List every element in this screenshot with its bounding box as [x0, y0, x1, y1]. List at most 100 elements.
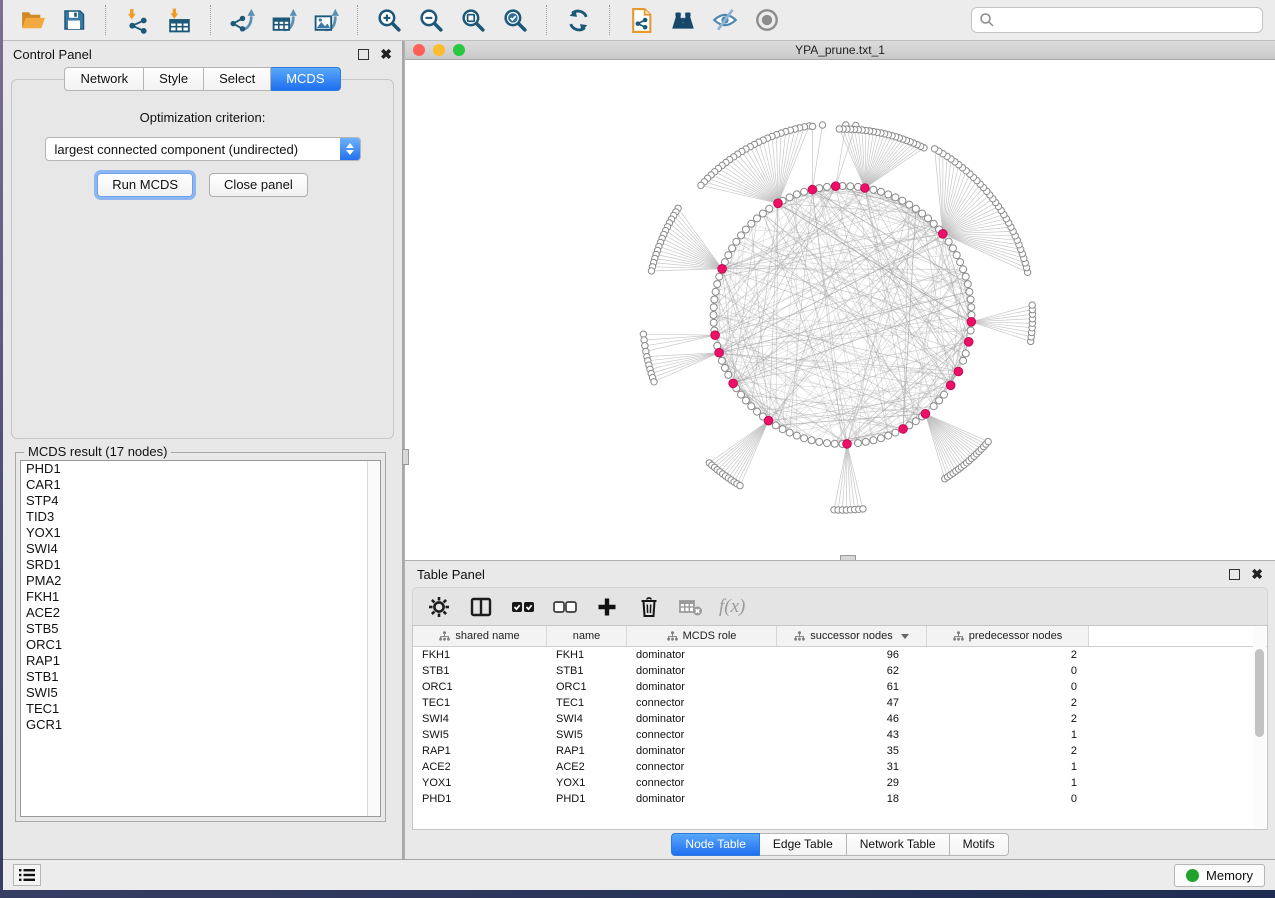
network-mcds-node[interactable] — [899, 425, 908, 434]
network-node[interactable] — [824, 440, 831, 447]
network-node[interactable] — [793, 432, 800, 439]
mcds-result-item[interactable]: GCR1 — [21, 717, 380, 733]
network-leaf-node[interactable] — [819, 122, 825, 128]
network-node[interactable] — [779, 426, 786, 433]
float-table-panel-icon[interactable] — [1229, 569, 1240, 580]
column-header-predecessor-nodes[interactable]: predecessor nodes — [927, 626, 1089, 646]
mcds-result-item[interactable]: SWI5 — [21, 685, 380, 701]
network-node[interactable] — [711, 296, 718, 303]
mcds-result-item[interactable]: SRD1 — [21, 557, 380, 573]
table-row[interactable]: YOX1YOX1connector291 — [413, 775, 1267, 791]
import-network-button[interactable] — [120, 3, 154, 37]
network-leaf-node[interactable] — [860, 506, 866, 512]
table-scrollbar[interactable] — [1253, 627, 1266, 828]
mcds-result-item[interactable]: STP4 — [21, 493, 380, 509]
network-from-selection-button[interactable] — [624, 3, 658, 37]
network-leaf-node[interactable] — [651, 379, 657, 385]
network-node[interactable] — [766, 205, 773, 212]
network-node[interactable] — [748, 403, 755, 410]
network-node[interactable] — [786, 194, 793, 201]
column-header-MCDS-role[interactable]: MCDS role — [627, 626, 777, 646]
mcds-result-item[interactable]: STB5 — [21, 621, 380, 637]
network-node[interactable] — [808, 437, 815, 444]
tab-motifs[interactable]: Motifs — [950, 833, 1009, 856]
network-node[interactable] — [710, 304, 717, 311]
network-mcds-node[interactable] — [715, 348, 724, 357]
network-node[interactable] — [870, 437, 877, 444]
float-panel-icon[interactable] — [358, 49, 369, 60]
save-session-button[interactable] — [57, 3, 91, 37]
network-node[interactable] — [870, 186, 877, 193]
network-node[interactable] — [885, 432, 892, 439]
network-node[interactable] — [831, 440, 838, 447]
tab-network-table[interactable]: Network Table — [847, 833, 950, 856]
network-leaf-node[interactable] — [1029, 302, 1035, 308]
table-row[interactable]: SWI4SWI4dominator462 — [413, 711, 1267, 727]
mcds-result-item[interactable]: TID3 — [21, 509, 380, 525]
network-node[interactable] — [945, 238, 952, 245]
network-mcds-node[interactable] — [921, 410, 930, 419]
network-node[interactable] — [738, 391, 745, 398]
network-node[interactable] — [824, 183, 831, 190]
hide-selected-button[interactable] — [708, 3, 742, 37]
table-row[interactable]: FKH1FKH1dominator962 — [413, 647, 1267, 663]
network-node[interactable] — [941, 391, 948, 398]
network-node[interactable] — [847, 183, 854, 190]
network-node[interactable] — [712, 288, 719, 295]
network-node[interactable] — [967, 327, 974, 334]
network-node[interactable] — [759, 210, 766, 217]
network-mcds-node[interactable] — [729, 379, 738, 388]
network-node[interactable] — [721, 364, 728, 371]
network-mcds-node[interactable] — [711, 331, 720, 340]
apply-layout-button[interactable] — [561, 3, 595, 37]
network-node[interactable] — [957, 259, 964, 266]
horizontal-splitter-handle[interactable] — [840, 555, 856, 560]
network-leaf-node[interactable] — [698, 182, 704, 188]
network-node[interactable] — [877, 435, 884, 442]
network-node[interactable] — [949, 245, 956, 252]
network-node[interactable] — [953, 252, 960, 259]
network-leaf-node[interactable] — [985, 438, 991, 444]
tab-style[interactable]: Style — [144, 67, 204, 91]
network-node[interactable] — [772, 422, 779, 429]
zoom-in-button[interactable] — [372, 3, 406, 37]
network-node[interactable] — [877, 188, 884, 195]
function-builder-button[interactable]: f(x) — [719, 593, 745, 621]
network-mcds-node[interactable] — [954, 367, 963, 376]
zoom-selected-button[interactable] — [498, 3, 532, 37]
select-all-columns-button[interactable] — [509, 593, 537, 621]
show-columns-button[interactable] — [467, 593, 495, 621]
network-node[interactable] — [962, 273, 969, 280]
table-row[interactable]: TEC1TEC1connector472 — [413, 695, 1267, 711]
mcds-result-item[interactable]: YOX1 — [21, 525, 380, 541]
mcds-result-item[interactable]: PHD1 — [21, 461, 380, 477]
table-row[interactable]: PHD1PHD1dominator180 — [413, 791, 1267, 807]
network-node[interactable] — [718, 357, 725, 364]
export-image-button[interactable] — [309, 3, 343, 37]
mcds-result-item[interactable]: SWI4 — [21, 541, 380, 557]
network-node[interactable] — [912, 418, 919, 425]
export-network-button[interactable] — [225, 3, 259, 37]
network-node[interactable] — [925, 215, 932, 222]
network-node[interactable] — [754, 215, 761, 222]
zoom-fit-button[interactable] — [456, 3, 490, 37]
network-node[interactable] — [892, 194, 899, 201]
memory-button[interactable]: Memory — [1174, 864, 1265, 887]
network-mcds-node[interactable] — [946, 381, 955, 390]
network-node[interactable] — [936, 397, 943, 404]
network-node[interactable] — [742, 397, 749, 404]
delete-columns-button[interactable] — [635, 593, 663, 621]
mcds-list-scrollbar[interactable] — [367, 461, 380, 816]
mcds-result-item[interactable]: ACE2 — [21, 605, 380, 621]
close-panel-icon[interactable]: ✖ — [380, 47, 392, 61]
network-leaf-node[interactable] — [737, 482, 743, 488]
network-node[interactable] — [793, 191, 800, 198]
mcds-result-item[interactable]: PMA2 — [21, 573, 380, 589]
unselect-all-columns-button[interactable] — [551, 593, 579, 621]
network-node[interactable] — [967, 296, 974, 303]
network-node[interactable] — [733, 238, 740, 245]
network-node[interactable] — [968, 304, 975, 311]
optimization-criterion-select[interactable]: largest connected component (undirected) — [45, 137, 361, 161]
network-node[interactable] — [729, 245, 736, 252]
network-mcds-node[interactable] — [939, 230, 948, 239]
